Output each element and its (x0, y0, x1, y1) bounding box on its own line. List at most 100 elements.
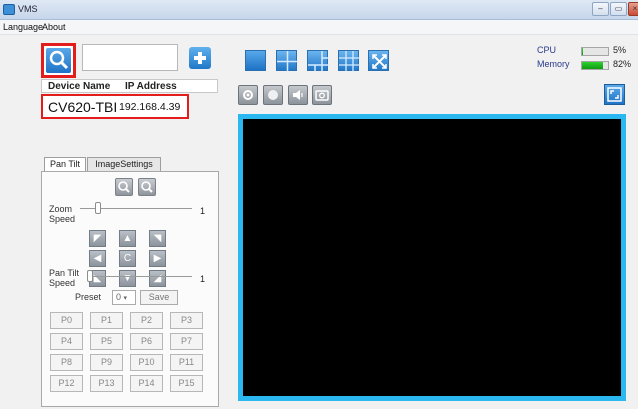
pan-tilt-speed-slider[interactable] (88, 276, 192, 277)
zoom-speed-label: Zoom (49, 204, 73, 214)
video-display[interactable] (238, 114, 626, 401)
title-bar: VMS – ▭ × (0, 0, 638, 20)
tab-pan-tilt[interactable]: Pan Tilt (44, 157, 86, 171)
zoom-in-icon (118, 181, 130, 193)
preset-button-p0[interactable]: P0 (50, 312, 83, 329)
menu-language[interactable]: Language (3, 22, 43, 32)
audio-button[interactable] (288, 85, 308, 105)
expand-icon (607, 87, 622, 102)
table-row[interactable]: CV620-TBI 192.168.4.39 (41, 94, 189, 119)
fullscreen-x-icon (372, 54, 387, 69)
maximize-button[interactable]: ▭ (610, 2, 627, 16)
fullscreen-toggle-button[interactable] (368, 50, 389, 71)
memory-label: Memory (537, 59, 570, 69)
arrow-right-icon: ▶ (153, 253, 162, 264)
zoom-out-button[interactable] (138, 178, 156, 196)
ptz-left-button[interactable]: ◀ (89, 250, 106, 267)
add-device-button[interactable] (189, 47, 211, 69)
column-device-name: Device Name (48, 81, 111, 92)
cpu-label: CPU (537, 45, 557, 55)
layout-4-button[interactable] (276, 50, 298, 72)
ptz-up-button[interactable]: ▲ (119, 230, 136, 247)
zoom-speed-slider-thumb[interactable] (95, 202, 101, 214)
cpu-meter-fill (582, 48, 584, 55)
preview-button[interactable] (238, 85, 258, 105)
ptz-down-right-button[interactable]: ◢ (149, 270, 166, 287)
arrow-up-icon: ▲ (122, 233, 133, 244)
memory-percent: 82% (613, 59, 632, 69)
device-ip-cell: 192.168.4.39 (119, 101, 181, 113)
ptz-center-button[interactable]: C (119, 250, 136, 267)
window-title: VMS (18, 4, 38, 14)
preset-button-p1[interactable]: P1 (90, 312, 123, 329)
cpu-percent: 5% (613, 45, 627, 55)
save-preset-button[interactable]: Save (140, 290, 178, 305)
zoom-speed-value: 1 (200, 206, 206, 216)
layout-9-button[interactable] (338, 50, 360, 72)
zoom-speed-label-2: Speed (49, 214, 76, 224)
preset-label: Preset (75, 292, 102, 302)
preset-button-p13[interactable]: P13 (90, 375, 123, 392)
preset-button-p8[interactable]: P8 (50, 354, 83, 371)
preset-button-p3[interactable]: P3 (170, 312, 203, 329)
device-search-input[interactable] (82, 44, 178, 71)
ptz-up-right-button[interactable]: ◥ (149, 230, 166, 247)
arrow-up-left-icon: ◤ (93, 233, 102, 244)
expand-view-button[interactable] (604, 84, 625, 105)
preset-button-p6[interactable]: P6 (130, 333, 163, 350)
snapshot-button[interactable] (312, 85, 332, 105)
zoom-in-button[interactable] (115, 178, 133, 196)
preset-button-p11[interactable]: P11 (170, 354, 203, 371)
preset-button-p7[interactable]: P7 (170, 333, 203, 350)
minimize-button[interactable]: – (592, 2, 609, 16)
layout-1-icon (246, 51, 265, 70)
menu-about[interactable]: About (42, 22, 66, 32)
preset-button-p4[interactable]: P4 (50, 333, 83, 350)
layout-1-button[interactable] (245, 50, 266, 71)
arrow-down-icon: ▼ (122, 273, 133, 284)
arrow-down-right-icon: ◢ (153, 273, 162, 284)
pan-tilt-speed-label: Pan Tilt (49, 268, 80, 278)
pan-tilt-speed-label-2: Speed (49, 278, 76, 288)
pan-tilt-speed-slider-thumb[interactable] (87, 270, 93, 282)
arrow-down-left-icon: ◣ (93, 273, 102, 284)
preset-select[interactable]: 0 ▾ (112, 290, 136, 305)
pan-tilt-speed-value: 1 (200, 274, 206, 284)
arrow-left-icon: ◀ (93, 253, 102, 264)
preset-button-p12[interactable]: P12 (50, 375, 83, 392)
device-name-cell: CV620-TBI (48, 99, 118, 115)
close-button[interactable]: × (628, 2, 638, 16)
memory-meter-fill (582, 62, 604, 69)
preset-button-p9[interactable]: P9 (90, 354, 123, 371)
chevron-down-icon: ▾ (123, 295, 128, 302)
ptz-right-button[interactable]: ▶ (149, 250, 166, 267)
snapshot-icon (315, 90, 329, 101)
zoom-out-icon (141, 181, 153, 193)
preset-button-p14[interactable]: P14 (130, 375, 163, 392)
preset-button-p5[interactable]: P5 (90, 333, 123, 350)
search-button[interactable] (41, 43, 76, 78)
arrow-up-right-icon: ◥ (153, 233, 162, 244)
preset-button-p15[interactable]: P15 (170, 375, 203, 392)
record-icon (268, 90, 278, 100)
preset-button-p2[interactable]: P2 (130, 312, 163, 329)
layout-6-icon (308, 51, 329, 72)
column-ip-address: IP Address (125, 81, 177, 92)
memory-meter (581, 61, 609, 70)
tab-image-settings[interactable]: ImageSettings (87, 157, 161, 171)
device-table-header: Device Name IP Address (41, 79, 218, 93)
preset-select-value: 0 (116, 292, 122, 302)
ptz-up-left-button[interactable]: ◤ (89, 230, 106, 247)
layout-9-icon (339, 51, 360, 72)
ptz-down-button[interactable]: ▼ (119, 270, 136, 287)
search-icon (46, 48, 71, 73)
record-button[interactable] (263, 85, 283, 105)
app-icon (3, 4, 15, 15)
preset-button-p10[interactable]: P10 (130, 354, 163, 371)
cpu-meter (581, 47, 609, 56)
layout-4-icon (277, 51, 298, 72)
eye-icon (243, 90, 253, 100)
menu-bar: Language About (0, 20, 638, 35)
speaker-icon (293, 90, 303, 100)
layout-6-button[interactable] (307, 50, 329, 72)
